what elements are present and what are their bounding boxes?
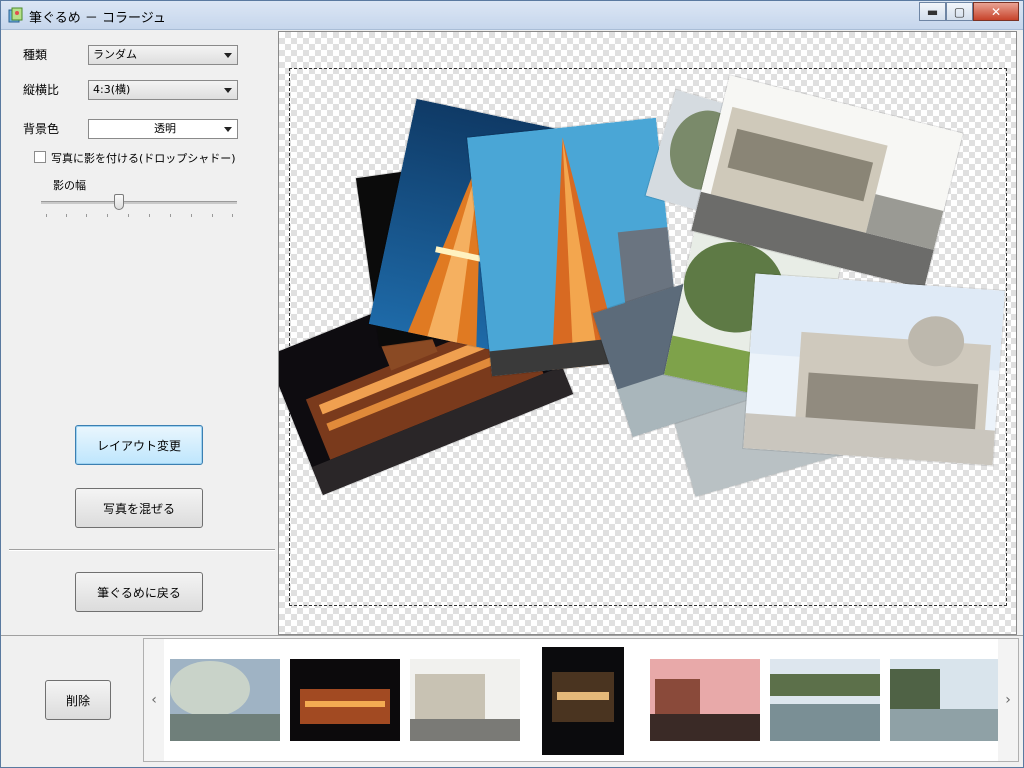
scroll-right-button[interactable]: › bbox=[998, 639, 1018, 761]
photo-tray: 削除 ‹ › bbox=[1, 635, 1023, 768]
aspect-label: 縦横比 bbox=[23, 83, 60, 97]
scroll-left-button[interactable]: ‹ bbox=[144, 639, 164, 761]
type-select-value: ランダム bbox=[93, 48, 137, 61]
collage-canvas[interactable] bbox=[278, 31, 1017, 635]
thumbnail[interactable] bbox=[410, 659, 520, 741]
bg-color-select[interactable]: 透明 bbox=[88, 119, 238, 139]
aspect-select[interactable]: 4:3(横) bbox=[88, 80, 238, 100]
type-select[interactable]: ランダム bbox=[88, 45, 238, 65]
delete-button[interactable]: 削除 bbox=[45, 680, 111, 720]
chevron-down-icon bbox=[224, 53, 232, 58]
shadow-width-slider[interactable] bbox=[41, 201, 237, 204]
divider bbox=[9, 549, 275, 551]
chevron-down-icon bbox=[224, 127, 232, 132]
thumbnail[interactable] bbox=[650, 659, 760, 741]
thumbnail[interactable] bbox=[542, 647, 624, 755]
minimize-button[interactable]: ▬ bbox=[919, 2, 946, 21]
shadow-checkbox-label[interactable]: 写真に影を付ける(ドロップシャドー) bbox=[51, 150, 236, 166]
thumbnail[interactable] bbox=[770, 659, 880, 741]
type-label: 種類 bbox=[23, 48, 48, 62]
bg-color-select-value: 透明 bbox=[154, 122, 176, 135]
thumbnail-strip[interactable]: ‹ › bbox=[143, 638, 1019, 762]
maximize-button[interactable]: ▢ bbox=[946, 2, 973, 21]
slider-thumb[interactable] bbox=[114, 194, 125, 210]
mix-photos-button[interactable]: 写真を混ぜる bbox=[75, 488, 203, 528]
change-layout-button[interactable]: レイアウト変更 bbox=[75, 425, 203, 465]
collage-photo-temple[interactable] bbox=[743, 273, 1005, 466]
bg-color-label: 背景色 bbox=[23, 122, 60, 136]
back-to-fudegurume-button[interactable]: 筆ぐるめに戻る bbox=[75, 572, 203, 612]
window-controls: ▬ ▢ ✕ bbox=[919, 2, 1019, 22]
app-window: 筆ぐるめ － コラージュ ▬ ▢ ✕ 種類 ランダム 縦横比 4:3(横) 背景… bbox=[0, 0, 1024, 768]
title-bar: 筆ぐるめ － コラージュ ▬ ▢ ✕ bbox=[1, 1, 1023, 30]
app-icon bbox=[8, 7, 23, 23]
window-title: 筆ぐるめ － コラージュ bbox=[29, 11, 166, 26]
thumbnail[interactable] bbox=[170, 659, 280, 741]
close-button[interactable]: ✕ bbox=[973, 2, 1019, 21]
shadow-width-label: 影の幅 bbox=[53, 179, 86, 192]
settings-panel: 種類 ランダム 縦横比 4:3(横) 背景色 透明 写真に影を付ける(ドロップシ… bbox=[1, 30, 277, 634]
thumbnail[interactable] bbox=[890, 659, 998, 741]
shadow-checkbox[interactable] bbox=[34, 151, 46, 163]
aspect-select-value: 4:3(横) bbox=[93, 83, 131, 96]
chevron-down-icon bbox=[224, 88, 232, 93]
thumbnail[interactable] bbox=[290, 659, 400, 741]
